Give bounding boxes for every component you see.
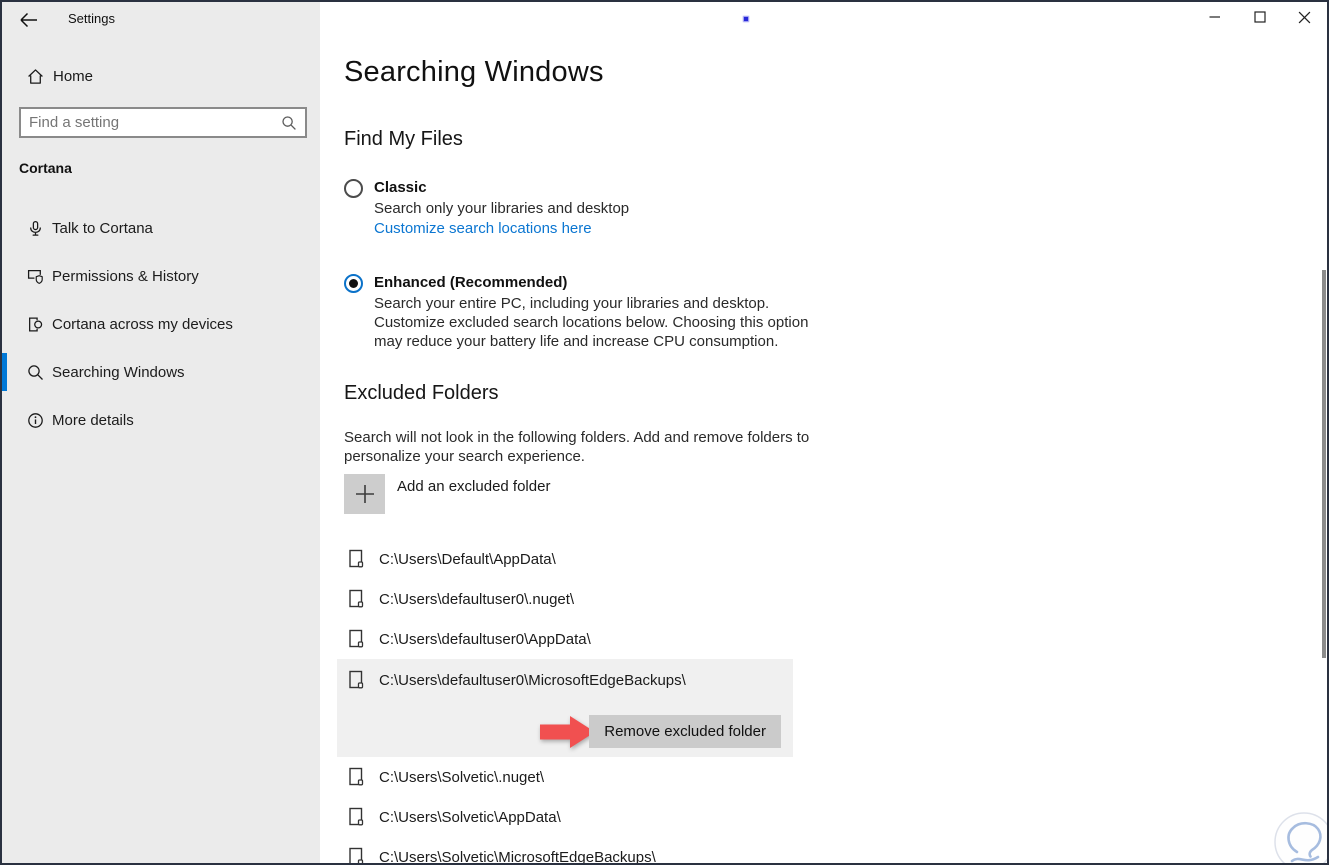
search-icon: [27, 364, 44, 381]
classic-description: Search only your libraries and desktop: [374, 200, 630, 217]
folder-path: C:\Users\Solvetic\.nuget\: [379, 768, 545, 786]
folder-icon: [349, 629, 364, 649]
titlebar: Settings: [2, 2, 320, 36]
excluded-folder-row[interactable]: C:\Users\defaultuser0\AppData\: [337, 619, 793, 659]
customize-search-locations-link[interactable]: Customize search locations here: [374, 219, 592, 238]
sidebar-item-label: Permissions & History: [52, 267, 199, 285]
sidebar-item-talk-to-cortana[interactable]: Talk to Cortana: [2, 204, 320, 252]
settings-window: Settings Home Cortana Talk to Cortana: [0, 0, 1329, 865]
folder-path: C:\Users\defaultuser0\.nuget\: [379, 590, 575, 608]
home-icon: [27, 68, 44, 85]
red-arrow-icon: [540, 715, 596, 749]
search-icon[interactable]: [281, 115, 297, 131]
excluded-folder-row[interactable]: C:\Users\Solvetic\MicrosoftEdgeBackups\: [337, 837, 793, 865]
folder-icon: [349, 549, 364, 569]
cursor-dot: [744, 17, 748, 21]
excluded-folder-row[interactable]: C:\Users\Solvetic\.nuget\: [337, 757, 793, 797]
sidebar-item-more-details[interactable]: More details: [2, 396, 320, 444]
devices-icon: [27, 316, 44, 333]
option-classic: Classic Search only your libraries and d…: [344, 178, 824, 238]
folder-path: C:\Users\defaultuser0\AppData\: [379, 630, 591, 648]
back-arrow-icon[interactable]: [18, 10, 40, 30]
info-icon: [27, 412, 44, 429]
classic-radio[interactable]: [344, 179, 363, 198]
enhanced-label: Enhanced (Recommended): [374, 274, 568, 291]
solvetic-logo-icon: [1272, 810, 1327, 863]
folder-path: C:\Users\Solvetic\MicrosoftEdgeBackups\: [379, 848, 656, 865]
add-excluded-folder-button[interactable]: Add an excluded folder: [344, 474, 550, 514]
option-enhanced: Enhanced (Recommended) Search your entir…: [344, 273, 824, 351]
enhanced-description: Search your entire PC, including your li…: [374, 295, 809, 350]
excluded-folders-heading: Excluded Folders: [344, 382, 499, 404]
add-excluded-folder-label: Add an excluded folder: [397, 478, 551, 495]
folder-icon: [349, 767, 364, 787]
permissions-icon: [27, 268, 44, 285]
excluded-folders-description: Search will not look in the following fo…: [344, 429, 810, 465]
window-controls: [1192, 2, 1327, 32]
settings-search-box: [19, 107, 307, 138]
sidebar-item-permissions-history[interactable]: Permissions & History: [2, 252, 320, 300]
folder-path: C:\Users\defaultuser0\MicrosoftEdgeBacku…: [379, 671, 686, 689]
folder-icon: [349, 807, 364, 827]
sidebar-item-label: Talk to Cortana: [52, 219, 153, 237]
find-my-files-heading: Find My Files: [344, 128, 463, 150]
plus-icon: [344, 474, 385, 514]
remove-excluded-folder-button[interactable]: Remove excluded folder: [589, 715, 781, 748]
excluded-folder-row[interactable]: C:\Users\Default\AppData\: [337, 539, 793, 579]
sidebar-item-label: More details: [52, 411, 134, 429]
folder-icon: [349, 847, 364, 863]
sidebar-item-label: Searching Windows: [52, 363, 185, 381]
close-button[interactable]: [1282, 2, 1327, 32]
sidebar: Settings Home Cortana Talk to Cortana: [2, 2, 320, 863]
vertical-scrollbar-thumb[interactable]: [1322, 270, 1326, 658]
maximize-button[interactable]: [1237, 2, 1282, 32]
excluded-folder-list: C:\Users\Default\AppData\ C:\Users\defau…: [337, 539, 793, 865]
enhanced-radio[interactable]: [344, 274, 363, 293]
app-title: Settings: [68, 11, 115, 26]
excluded-folder-row: C:\Users\defaultuser0\MicrosoftEdgeBacku…: [337, 659, 793, 699]
excluded-folder-row[interactable]: C:\Users\Solvetic\AppData\: [337, 797, 793, 837]
sidebar-section-title: Cortana: [19, 160, 72, 176]
sidebar-nav: Talk to Cortana Permissions & History Co…: [2, 204, 320, 444]
main-content: Searching Windows Find My Files Classic …: [320, 2, 1327, 863]
sidebar-item-cortana-across-devices[interactable]: Cortana across my devices: [2, 300, 320, 348]
folder-icon: [349, 589, 364, 609]
minimize-button[interactable]: [1192, 2, 1237, 32]
excluded-folder-row-selected[interactable]: C:\Users\defaultuser0\MicrosoftEdgeBacku…: [337, 659, 793, 757]
page-title: Searching Windows: [344, 56, 604, 88]
search-input[interactable]: [21, 109, 281, 136]
classic-label: Classic: [374, 179, 427, 196]
sidebar-item-label: Home: [53, 67, 94, 85]
folder-icon: [349, 670, 364, 690]
folder-path: C:\Users\Default\AppData\: [379, 550, 556, 568]
sidebar-item-searching-windows[interactable]: Searching Windows: [2, 348, 320, 396]
microphone-icon: [27, 220, 44, 237]
sidebar-item-label: Cortana across my devices: [52, 315, 233, 333]
excluded-folder-row[interactable]: C:\Users\defaultuser0\.nuget\: [337, 579, 793, 619]
sidebar-item-home[interactable]: Home: [2, 60, 320, 92]
folder-path: C:\Users\Solvetic\AppData\: [379, 808, 561, 826]
